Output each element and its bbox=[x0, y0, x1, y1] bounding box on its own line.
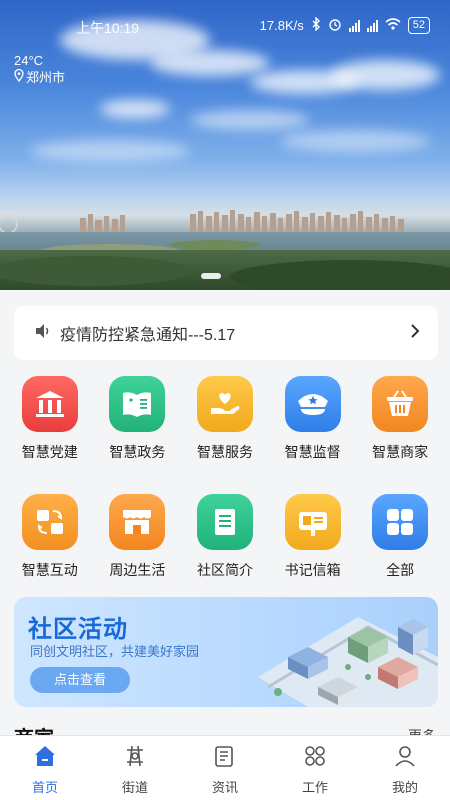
bottom-tab-bar: 首页 街道 资讯 工作 我的 bbox=[0, 735, 450, 800]
service-label: 智慧商家 bbox=[372, 444, 429, 460]
work-icon bbox=[303, 744, 327, 773]
status-bar: 上午10:19 17.8K/s 52 bbox=[0, 14, 450, 38]
service-government[interactable]: 智慧政务 bbox=[97, 376, 177, 494]
status-time: 上午10:19 bbox=[76, 20, 140, 36]
city-name: 郑州市 bbox=[26, 70, 66, 85]
banner-subtitle: 同创文明社区，共建美好家园 bbox=[30, 644, 200, 659]
tab-label: 街道 bbox=[121, 780, 148, 795]
shopping-basket-icon bbox=[372, 376, 429, 432]
notice-bar[interactable]: 疫情防控紧急通知---5.17 bbox=[14, 306, 438, 360]
mailbox-icon bbox=[284, 494, 341, 550]
service-all[interactable]: 全部 bbox=[360, 494, 440, 612]
service-merchant[interactable]: 智慧商家 bbox=[360, 376, 440, 494]
signal-icon bbox=[348, 19, 360, 32]
police-cap-icon bbox=[284, 376, 341, 432]
street-icon bbox=[123, 744, 147, 773]
news-icon bbox=[213, 744, 237, 773]
tab-home[interactable]: 首页 bbox=[0, 736, 90, 800]
service-label: 智慧互动 bbox=[21, 562, 78, 578]
service-label: 智慧政务 bbox=[109, 444, 166, 460]
battery-indicator: 52 bbox=[407, 17, 430, 34]
government-book-icon bbox=[109, 376, 166, 432]
community-activity-banner[interactable]: 社区活动 同创文明社区，共建美好家园 点击查看 bbox=[14, 597, 438, 707]
service-community-intro[interactable]: 社区简介 bbox=[185, 494, 265, 612]
interaction-icon bbox=[21, 494, 78, 550]
all-apps-icon bbox=[372, 494, 429, 550]
tab-label: 资讯 bbox=[211, 780, 238, 795]
service-supervision[interactable]: 智慧监督 bbox=[273, 376, 353, 494]
speaker-icon bbox=[34, 323, 52, 344]
service-label: 智慧党建 bbox=[21, 444, 78, 460]
alarm-icon bbox=[328, 17, 342, 34]
service-grid: 智慧党建 智慧政务 智慧服务 智慧监督 智慧商家 智慧互动 周边生活 社区简介 … bbox=[0, 376, 450, 612]
service-nearby-life[interactable]: 周边生活 bbox=[97, 494, 177, 612]
tab-street[interactable]: 街道 bbox=[90, 736, 180, 800]
service-party-building[interactable]: 智慧党建 bbox=[10, 376, 90, 494]
party-building-icon bbox=[21, 376, 78, 432]
chevron-right-icon bbox=[410, 322, 420, 345]
hero-banner-image[interactable]: 上午10:19 17.8K/s 52 24°C 郑州市 bbox=[0, 0, 450, 290]
tab-label: 首页 bbox=[31, 780, 58, 795]
wifi-icon bbox=[385, 18, 401, 33]
service-label: 智慧服务 bbox=[196, 444, 253, 460]
heart-hand-icon bbox=[196, 376, 253, 432]
view-button[interactable]: 点击查看 bbox=[30, 667, 130, 693]
service-label: 周边生活 bbox=[109, 562, 166, 578]
isometric-community-illustration bbox=[258, 617, 438, 707]
profile-icon bbox=[393, 744, 417, 773]
weather-widget: 24°C 郑州市 bbox=[14, 52, 65, 86]
location-pin-icon bbox=[14, 68, 24, 86]
signal-icon-2 bbox=[366, 19, 378, 32]
service-interaction[interactable]: 智慧互动 bbox=[10, 494, 90, 612]
tab-label: 我的 bbox=[391, 780, 418, 795]
network-speed: 17.8K/s bbox=[259, 18, 304, 33]
document-icon bbox=[196, 494, 253, 550]
tab-news[interactable]: 资讯 bbox=[180, 736, 270, 800]
notice-text: 疫情防控紧急通知---5.17 bbox=[60, 327, 236, 344]
carousel-indicator[interactable] bbox=[201, 273, 221, 279]
bluetooth-icon bbox=[311, 16, 321, 34]
store-icon bbox=[109, 494, 166, 550]
service-label: 书记信箱 bbox=[284, 562, 341, 578]
service-label: 智慧监督 bbox=[284, 444, 341, 460]
tab-profile[interactable]: 我的 bbox=[360, 736, 450, 800]
tab-label: 工作 bbox=[301, 780, 328, 795]
city-skyline bbox=[0, 210, 404, 234]
temperature: 24°C bbox=[14, 53, 44, 68]
service-label: 全部 bbox=[386, 562, 415, 578]
service-label: 社区简介 bbox=[196, 562, 253, 578]
home-icon bbox=[33, 744, 57, 773]
tab-work[interactable]: 工作 bbox=[270, 736, 360, 800]
service-smart-service[interactable]: 智慧服务 bbox=[185, 376, 265, 494]
banner-title: 社区活动 bbox=[28, 616, 128, 643]
service-secretary-mailbox[interactable]: 书记信箱 bbox=[273, 494, 353, 612]
